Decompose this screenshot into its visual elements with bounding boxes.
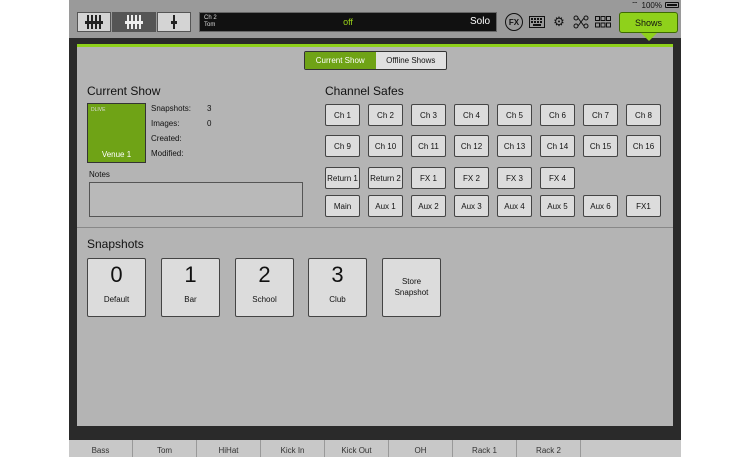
show-card-name: Venue 1 xyxy=(101,150,132,159)
channel-safe-button[interactable]: Ch 6 xyxy=(540,104,575,126)
snapshot-button[interactable]: 1 Bar xyxy=(161,258,220,317)
snapshot-number: 3 xyxy=(331,262,344,287)
wifi-icon: ⌔ xyxy=(631,0,639,9)
shows-panel: Current Show Offline Shows Current Show … xyxy=(77,44,673,426)
snapshot-number: 0 xyxy=(110,262,123,287)
channel-safe-button[interactable]: Ch 11 xyxy=(411,135,446,157)
channel-safe-button[interactable]: FX1 xyxy=(626,195,661,217)
channel-strip-label[interactable]: OH xyxy=(389,440,453,457)
snapshots-label: Snapshots: xyxy=(151,104,192,113)
section-divider xyxy=(77,227,673,228)
channel-safe-button[interactable]: Ch 12 xyxy=(454,135,489,157)
battery-percent: 100% xyxy=(641,0,662,10)
solo-label: Solo xyxy=(469,16,490,27)
images-count: 0 xyxy=(207,119,212,128)
status-bar: ⌔ 100% xyxy=(631,0,679,10)
channel-safe-button[interactable]: FX 2 xyxy=(454,167,489,189)
channel-safe-button[interactable]: Aux 1 xyxy=(368,195,403,217)
channel-display[interactable]: Ch 2 Tom off Solo xyxy=(199,12,497,32)
channel-safe-button[interactable]: Aux 4 xyxy=(497,195,532,217)
channel-safe-button[interactable]: Aux 2 xyxy=(411,195,446,217)
channel-strip-label[interactable]: Kick Out xyxy=(325,440,389,457)
images-label: Images: xyxy=(151,119,180,128)
channel-safe-button[interactable]: Return 1 xyxy=(325,167,360,189)
channel-safe-button[interactable]: Aux 6 xyxy=(583,195,618,217)
snapshots-title: Snapshots xyxy=(87,237,144,251)
channel-safe-button[interactable]: Main xyxy=(325,195,360,217)
channel-safe-button[interactable]: Ch 8 xyxy=(626,104,661,126)
snapshot-button[interactable]: 3 Club xyxy=(308,258,367,317)
channel-safe-button[interactable]: FX 3 xyxy=(497,167,532,189)
channel-strip-label[interactable]: Bass xyxy=(69,440,133,457)
channel-safe-button[interactable]: Ch 1 xyxy=(325,104,360,126)
channel-safe-button[interactable]: FX 4 xyxy=(540,167,575,189)
top-toolbar: ⌔ 100% Ch 2 Tom off Solo FX ⚙ Shows xyxy=(69,0,681,38)
channel-safe-button[interactable]: Aux 5 xyxy=(540,195,575,217)
snapshot-button[interactable]: 0 Default xyxy=(87,258,146,317)
tab-current-show[interactable]: Current Show xyxy=(305,52,376,69)
fader-icon xyxy=(171,15,177,29)
routing-icon[interactable] xyxy=(571,12,591,32)
fx-button[interactable]: FX xyxy=(505,13,523,31)
channel-safe-button[interactable]: Ch 5 xyxy=(497,104,532,126)
created-label: Created: xyxy=(151,134,182,143)
tab-offline-shows[interactable]: Offline Shows xyxy=(375,52,446,69)
notes-label: Notes xyxy=(89,170,110,179)
channel-safe-button[interactable]: Ch 7 xyxy=(583,104,618,126)
keyboard-icon[interactable] xyxy=(527,12,547,32)
view-channel-button[interactable] xyxy=(157,12,191,32)
channel-strip-label[interactable]: Tom xyxy=(133,440,197,457)
channel-safe-button[interactable]: Ch 13 xyxy=(497,135,532,157)
modified-label: Modified: xyxy=(151,149,184,158)
fader-icon xyxy=(97,15,103,29)
store-snapshot-button[interactable]: Store Snapshot xyxy=(382,258,441,317)
channel-safe-button[interactable]: Ch 3 xyxy=(411,104,446,126)
snapshot-name: Club xyxy=(329,295,346,304)
channel-safe-button[interactable]: Return 2 xyxy=(368,167,403,189)
mute-state: off xyxy=(343,17,353,27)
channel-strip-label[interactable]: Rack 1 xyxy=(453,440,517,457)
channel-safe-button[interactable]: Ch 16 xyxy=(626,135,661,157)
snapshot-name: Default xyxy=(103,295,130,304)
shows-tabs: Current Show Offline Shows xyxy=(304,51,447,70)
view-overview-button[interactable] xyxy=(77,12,111,32)
snapshot-name: School xyxy=(252,295,277,304)
channel-safe-button[interactable]: Ch 9 xyxy=(325,135,360,157)
store-snapshot-label: Store Snapshot xyxy=(394,277,429,297)
device-screen: ⌔ 100% Ch 2 Tom off Solo FX ⚙ Shows Curr… xyxy=(69,0,681,457)
battery-icon xyxy=(665,2,679,8)
channel-safe-button[interactable]: Ch 15 xyxy=(583,135,618,157)
channel-safe-button[interactable]: FX 1 xyxy=(411,167,446,189)
show-card-brand: DLIVE xyxy=(91,107,106,113)
channel-safe-button[interactable]: Ch 10 xyxy=(368,135,403,157)
channel-safe-button[interactable]: Ch 14 xyxy=(540,135,575,157)
gear-icon[interactable]: ⚙ xyxy=(549,12,569,32)
snapshot-number: 2 xyxy=(258,262,271,287)
channel-name-strip: Bass Tom HiHat Kick In Kick Out OH Rack … xyxy=(69,440,681,457)
channel-strip-label[interactable]: Rack 2 xyxy=(517,440,581,457)
channel-strip-label[interactable]: Kick In xyxy=(261,440,325,457)
grid-icon[interactable] xyxy=(593,12,613,32)
channel-safe-button[interactable]: Ch 4 xyxy=(454,104,489,126)
shows-button[interactable]: Shows xyxy=(619,12,678,33)
snapshots-count: 3 xyxy=(207,104,212,113)
shows-pointer xyxy=(641,33,657,41)
channel-strip-label[interactable]: HiHat xyxy=(197,440,261,457)
channel-safes-title: Channel Safes xyxy=(325,84,404,98)
channel-safe-button[interactable]: Ch 2 xyxy=(368,104,403,126)
fader-icon xyxy=(137,15,143,29)
current-show-title: Current Show xyxy=(87,84,161,98)
notes-field[interactable] xyxy=(89,182,303,217)
snapshot-number: 1 xyxy=(184,262,197,287)
snapshot-button[interactable]: 2 School xyxy=(235,258,294,317)
show-card[interactable]: DLIVE Venue 1 xyxy=(87,103,146,163)
snapshot-name: Bar xyxy=(184,295,197,304)
view-mixer-button[interactable] xyxy=(112,12,156,32)
channel-safe-button[interactable]: Aux 3 xyxy=(454,195,489,217)
